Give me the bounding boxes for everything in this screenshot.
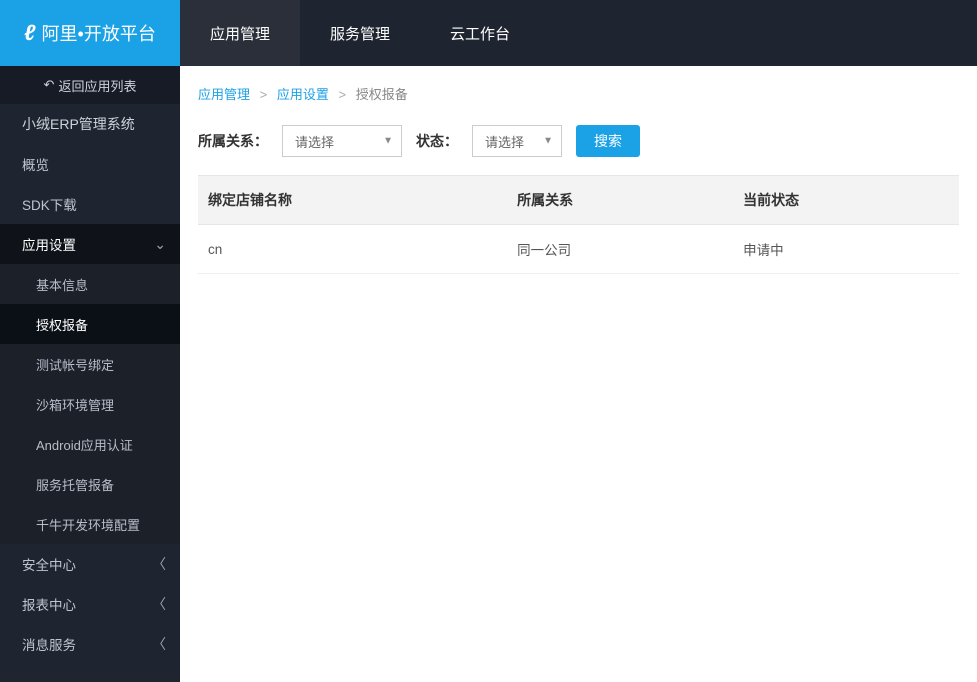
chevron-left-icon: 〈	[152, 594, 166, 614]
th-relation: 所属关系	[507, 176, 733, 225]
sidebar-sub-sandbox[interactable]: 沙箱环境管理	[0, 384, 180, 424]
topnav-cloud-workbench[interactable]: 云工作台	[420, 0, 540, 66]
sidebar-sub-basic-info[interactable]: 基本信息	[0, 264, 180, 304]
results-table: 绑定店铺名称 所属关系 当前状态 cn 同一公司 申请中	[198, 175, 959, 274]
logo-text: 阿里•开放平台	[42, 20, 156, 46]
table-row: cn 同一公司 申请中	[198, 225, 959, 274]
th-status: 当前状态	[733, 176, 959, 225]
cell-relation: 同一公司	[507, 225, 733, 274]
breadcrumb: 应用管理 > 应用设置 > 授权报备	[180, 66, 977, 111]
search-button[interactable]: 搜索	[576, 125, 640, 157]
sidebar-back[interactable]: ↶ 返回应用列表	[0, 66, 180, 104]
topnav-service-mgmt[interactable]: 服务管理	[300, 0, 420, 66]
breadcrumb-current: 授权报备	[356, 87, 408, 102]
logo: ℓ 阿里•开放平台	[0, 0, 180, 66]
th-shop: 绑定店铺名称	[198, 176, 507, 225]
filter-relation-label: 所属关系：	[198, 131, 268, 151]
sidebar-item-sdk[interactable]: SDK下载	[0, 184, 180, 224]
sidebar: ↶ 返回应用列表 小绒ERP管理系统 概览 SDK下载 应用设置 ⌄ 基本信息 …	[0, 66, 180, 682]
chevron-down-icon: ⌄	[154, 236, 166, 253]
main: 应用管理 > 应用设置 > 授权报备 所属关系： 请选择 ▼ 状态： 请选择 ▼…	[180, 66, 977, 682]
sidebar-app-title: 小绒ERP管理系统	[0, 104, 180, 144]
topnav-app-mgmt[interactable]: 应用管理	[180, 0, 300, 66]
back-icon: ↶	[44, 77, 55, 93]
topbar: ℓ 阿里•开放平台 应用管理 服务管理 云工作台	[0, 0, 977, 66]
cell-status: 申请中	[733, 225, 959, 274]
chevron-left-icon: 〈	[152, 634, 166, 654]
caret-down-icon: ▼	[383, 136, 393, 147]
chevron-left-icon: 〈	[152, 554, 166, 574]
caret-down-icon: ▼	[543, 136, 553, 147]
logo-icon: ℓ	[24, 20, 35, 46]
sidebar-sub-test-account[interactable]: 测试帐号绑定	[0, 344, 180, 384]
sidebar-sub-auth-report[interactable]: 授权报备	[0, 304, 180, 344]
sidebar-item-messages[interactable]: 消息服务 〈	[0, 624, 180, 664]
sidebar-item-security[interactable]: 安全中心 〈	[0, 544, 180, 584]
cell-shop: cn	[198, 225, 507, 274]
breadcrumb-app-settings[interactable]: 应用设置	[277, 87, 329, 102]
sidebar-sub-app-settings: 基本信息 授权报备 测试帐号绑定 沙箱环境管理 Android应用认证 服务托管…	[0, 264, 180, 544]
filters: 所属关系： 请选择 ▼ 状态： 请选择 ▼ 搜索	[180, 111, 977, 175]
sidebar-sub-android-cert[interactable]: Android应用认证	[0, 424, 180, 464]
sidebar-item-overview[interactable]: 概览	[0, 144, 180, 184]
filter-relation-select[interactable]: 请选择 ▼	[282, 125, 402, 157]
sidebar-sub-hosting-report[interactable]: 服务托管报备	[0, 464, 180, 504]
breadcrumb-app-mgmt[interactable]: 应用管理	[198, 87, 250, 102]
sidebar-item-app-settings[interactable]: 应用设置 ⌄	[0, 224, 180, 264]
sidebar-item-reports[interactable]: 报表中心 〈	[0, 584, 180, 624]
topnav: 应用管理 服务管理 云工作台	[180, 0, 977, 66]
sidebar-sub-qianniu-env[interactable]: 千牛开发环境配置	[0, 504, 180, 544]
filter-status-label: 状态：	[416, 131, 458, 151]
filter-status-select[interactable]: 请选择 ▼	[472, 125, 562, 157]
